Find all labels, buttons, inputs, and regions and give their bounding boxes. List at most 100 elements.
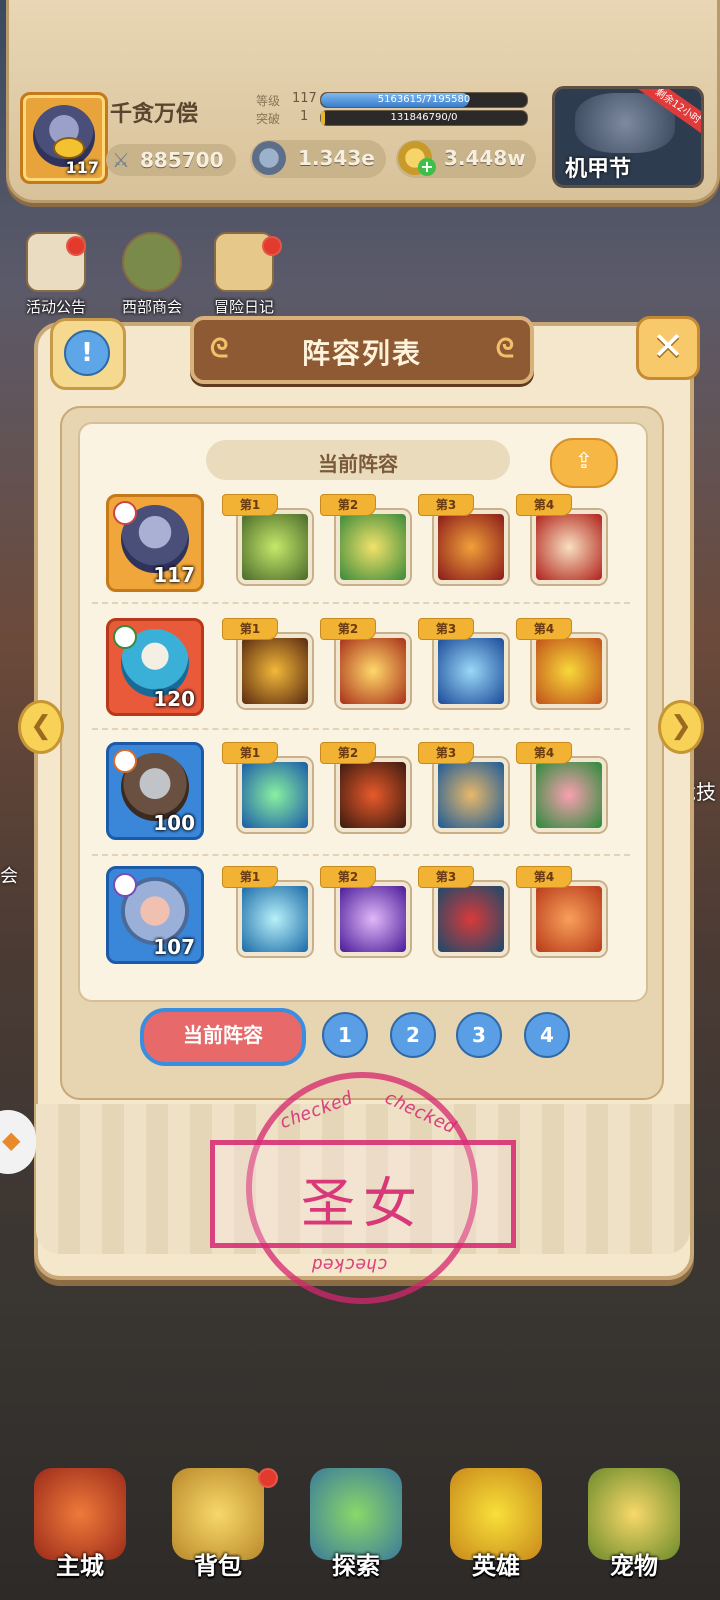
skill-slot[interactable]: [532, 510, 606, 584]
dialog-title-banner: ᘓ 阵容列表 ᘓ: [190, 316, 534, 384]
player-level-badge: 117: [65, 158, 99, 177]
nav-explore[interactable]: 探索: [296, 1460, 416, 1581]
currency-diamond-value: 1.343e: [298, 146, 375, 170]
nav-label: 宠物: [610, 1552, 658, 1580]
breakthrough-label: 突破: [256, 112, 281, 126]
nav-heroes[interactable]: 英雄: [436, 1460, 556, 1581]
level-label: 等级: [256, 94, 281, 108]
skill-slot-tag: 第4: [516, 866, 572, 888]
skill-slot[interactable]: [238, 510, 312, 584]
skill-slot[interactable]: [532, 634, 606, 708]
stamp-label-box: 圣女: [210, 1140, 516, 1248]
merchant-icon: [122, 232, 182, 292]
next-arrow-button[interactable]: ❯: [658, 700, 704, 754]
skill-slot[interactable]: [336, 634, 410, 708]
hero-portrait[interactable]: 120: [106, 618, 204, 716]
skill-slot-tag: 第2: [320, 494, 376, 516]
currency-gold-value: 3.448w: [444, 146, 526, 170]
skill-slot[interactable]: [434, 758, 508, 832]
lineup-tab-2[interactable]: 2: [390, 1012, 436, 1058]
shortcut-label: 活动公告: [25, 298, 86, 316]
share-button[interactable]: ⇪: [550, 438, 618, 488]
close-button[interactable]: ✕: [636, 316, 700, 380]
info-button[interactable]: !: [50, 318, 126, 390]
stamp-text: 圣女: [301, 1172, 425, 1235]
hero-level: 117: [153, 563, 195, 587]
skill-slot[interactable]: [532, 758, 606, 832]
skill-slot[interactable]: [434, 634, 508, 708]
hero-portrait[interactable]: 100: [106, 742, 204, 840]
skill-slot-tag: 第1: [222, 618, 278, 640]
power-value: 885700: [140, 148, 224, 172]
exclamation-icon: !: [64, 330, 110, 376]
event-title: 机甲节: [565, 157, 632, 182]
skill-slot[interactable]: [238, 758, 312, 832]
notification-dot: [66, 236, 86, 256]
hero-portrait[interactable]: 107: [106, 866, 204, 964]
side-label-left: 会: [0, 866, 18, 887]
hero-level: 120: [153, 687, 195, 711]
level-value: 117: [292, 91, 317, 106]
skill-slot[interactable]: [434, 510, 508, 584]
skill-slot[interactable]: [336, 882, 410, 956]
current-lineup-title: 当前阵容: [318, 452, 398, 476]
hero-class-icon: [113, 749, 137, 773]
lineup-tab-1[interactable]: 1: [322, 1012, 368, 1058]
skill-slot-tag: 第3: [418, 742, 474, 764]
skill-slot-tag: 第2: [320, 866, 376, 888]
avatar-beak: [53, 137, 85, 159]
skill-slot-tag: 第3: [418, 494, 474, 516]
currency-gold[interactable]: + 3.448w: [396, 140, 536, 178]
row-divider: [92, 854, 630, 856]
skill-slot-tag: 第3: [418, 866, 474, 888]
chevron-right-icon: ❯: [670, 711, 692, 741]
skill-slot[interactable]: [336, 758, 410, 832]
skill-slot[interactable]: [434, 882, 508, 956]
skill-slot-tag: 第1: [222, 742, 278, 764]
row-divider: [92, 602, 630, 604]
event-banner[interactable]: 剩余12小时 机甲节: [552, 86, 704, 188]
row-divider: [92, 728, 630, 730]
player-name: 千贪万偿: [110, 102, 199, 127]
current-lineup-tab[interactable]: 当前阵容: [140, 1008, 306, 1066]
nav-label: 背包: [194, 1552, 242, 1580]
player-avatar[interactable]: 117: [20, 92, 108, 184]
swirl-right-icon: ᘓ: [495, 334, 514, 364]
skill-slot-tag: 第3: [418, 618, 474, 640]
close-icon: ✕: [652, 324, 684, 368]
nav-label: 主城: [56, 1552, 104, 1580]
skill-slot-tag: 第1: [222, 494, 278, 516]
hero-portrait[interactable]: 117: [106, 494, 204, 592]
hero-class-icon: [113, 501, 137, 525]
skill-slot[interactable]: [532, 882, 606, 956]
hero-class-icon: [113, 873, 137, 897]
hero-level: 107: [153, 935, 195, 959]
power-display: ⚔ 885700: [106, 144, 236, 176]
skill-slot[interactable]: [238, 882, 312, 956]
lineup-tab-4[interactable]: 4: [524, 1012, 570, 1058]
skill-slot-tag: 第4: [516, 494, 572, 516]
lineup-tab-3[interactable]: 3: [456, 1012, 502, 1058]
breakthrough-text: 131846790/0: [390, 112, 458, 123]
currency-diamond[interactable]: 1.343e: [250, 140, 386, 178]
skill-slot-tag: 第1: [222, 866, 278, 888]
bottom-navigation: 主城 背包 探索 英雄 宠物: [0, 1460, 720, 1600]
shortcut-announcement[interactable]: 活动公告: [10, 232, 102, 317]
hero-class-icon: [113, 625, 137, 649]
notification-dot: [262, 236, 282, 256]
current-lineup-header: 当前阵容: [206, 440, 510, 480]
skill-slot[interactable]: [336, 510, 410, 584]
skill-slot[interactable]: [238, 634, 312, 708]
exp-bar: 5163615/7195580: [320, 92, 528, 108]
swirl-coin-icon: [252, 141, 286, 175]
hero-level: 100: [153, 811, 195, 835]
notification-dot: [258, 1468, 278, 1488]
add-gold-icon[interactable]: +: [418, 158, 436, 176]
nav-pets[interactable]: 宠物: [574, 1460, 694, 1581]
breakthrough-bar: 131846790/0: [320, 110, 528, 126]
stamp-ring-text: checked: [312, 1254, 388, 1275]
prev-arrow-button[interactable]: ❮: [18, 700, 64, 754]
side-floating-button[interactable]: ◆: [0, 1110, 36, 1174]
nav-main-city[interactable]: 主城: [20, 1460, 140, 1581]
shortcut-west-guild[interactable]: 西部商会: [106, 232, 198, 317]
